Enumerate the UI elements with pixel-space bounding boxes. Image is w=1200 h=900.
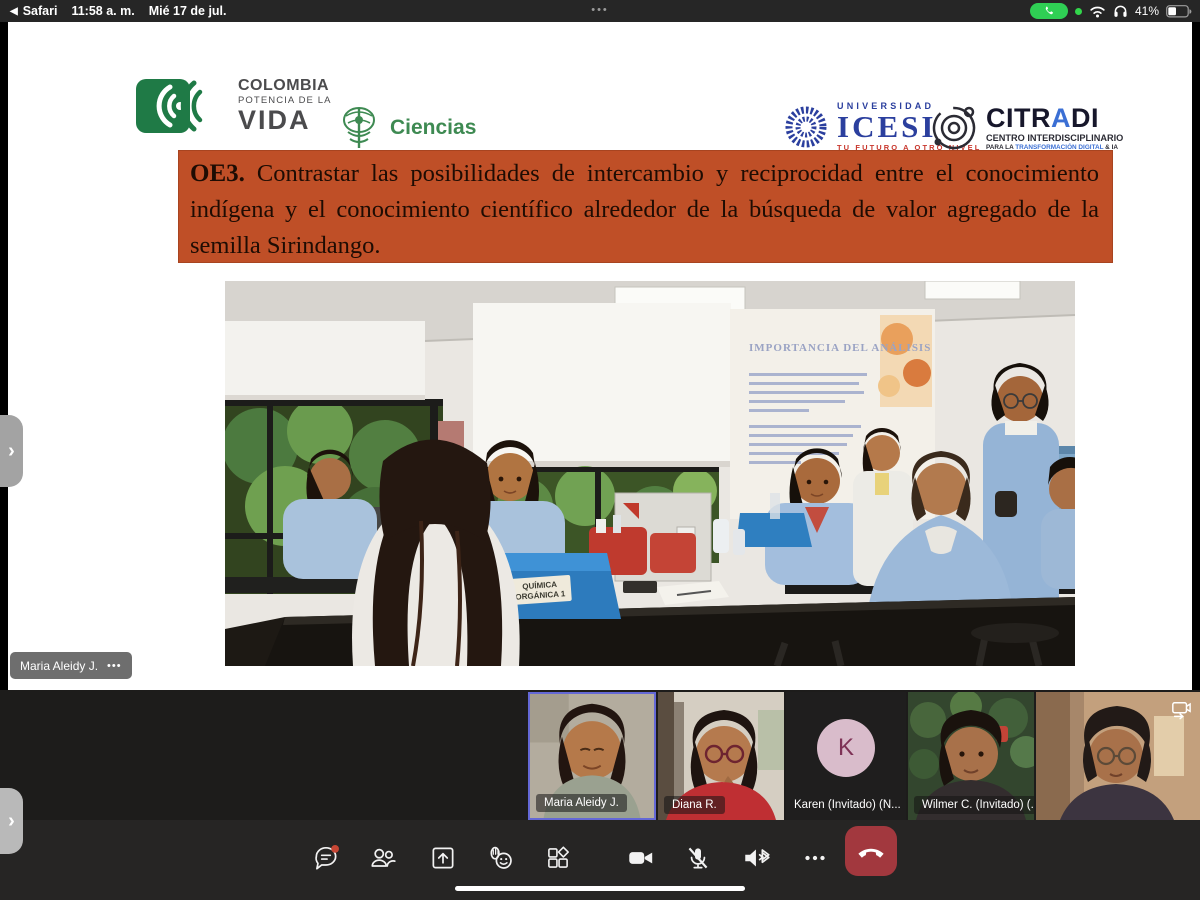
citradi-name-b: A — [1051, 103, 1071, 133]
wifi-icon — [1089, 5, 1106, 18]
people-icon — [368, 843, 398, 873]
battery-icon — [1166, 5, 1192, 18]
ciencias-label: Ciencias — [390, 116, 476, 140]
participant-tile-wilmer[interactable]: Wilmer C. (Invitado) (... — [908, 692, 1034, 820]
participant-tile-fifth[interactable] — [1036, 692, 1200, 820]
mic-active-dot — [1075, 8, 1082, 15]
speaker-bluetooth-icon — [741, 843, 773, 873]
more-dots-icon — [800, 843, 830, 873]
citradi-name-a: CITR — [986, 103, 1051, 133]
chat-button[interactable] — [302, 834, 350, 882]
shared-slide: COLOMBIA POTENCIA DE LA VIDA Ciencias UN… — [8, 22, 1192, 690]
objective-text-box: OE3.Contrastar las posibilidades de inte… — [178, 150, 1113, 263]
chevron-right-icon: › — [8, 440, 15, 463]
camera-on-icon — [625, 843, 657, 873]
objective-prefix: OE3. — [190, 160, 245, 187]
participant-name-label: Karen (Invitado) (N... — [794, 799, 901, 811]
logo-citradi: CITRADI CENTRO INTERDISCIPLINARIO PARA L… — [928, 102, 1123, 154]
reactions-button[interactable] — [477, 834, 525, 882]
participant-tile-diana[interactable]: Diana R. — [658, 692, 784, 820]
citradi-orbit-icon — [928, 102, 980, 154]
participant-name-label: Maria Aleidy J. — [536, 794, 627, 812]
presenter-more-menu[interactable]: ••• — [107, 660, 122, 672]
logo-ciencias: Ciencias — [338, 104, 476, 152]
more-options-button[interactable] — [791, 834, 839, 882]
switch-camera-icon[interactable] — [1170, 700, 1192, 720]
karen-avatar: K — [817, 719, 875, 777]
chevron-right-icon: › — [8, 810, 15, 833]
mic-muted-button[interactable] — [674, 834, 722, 882]
status-bar: ◀ Safari 11:58 a. m. Mié 17 de jul. ••• … — [0, 0, 1200, 22]
participant-name-label: Wilmer C. (Invitado) (... — [914, 796, 1034, 814]
citradi-sub1: CENTRO INTERDISCIPLINARIO — [986, 134, 1123, 143]
apps-icon — [543, 843, 573, 873]
projection-title: IMPORTANCIA DEL ANÁLISIS — [749, 342, 931, 354]
colombia-line3: VIDA — [238, 107, 332, 134]
lab-photo-illustration: IMPORTANCIA DEL ANÁLISIS — [225, 281, 1075, 666]
phone-icon — [1043, 5, 1055, 17]
objective-body: Contrastar las posibilidades de intercam… — [190, 160, 1099, 259]
citradi-name-c: DI — [1071, 103, 1099, 133]
multitask-dots-icon[interactable]: ••• — [0, 0, 1200, 22]
ciencias-crest-icon — [338, 104, 380, 152]
share-screen-button[interactable] — [419, 834, 467, 882]
karen-initial: K — [838, 734, 854, 762]
logo-colombia-potencia: COLOMBIA POTENCIA DE LA VIDA — [136, 77, 332, 135]
presenter-tag: Maria Aleidy J. ••• — [10, 652, 132, 679]
participant-tile-maria[interactable]: Maria Aleidy J. — [528, 692, 656, 820]
icesi-sun-icon — [783, 104, 829, 150]
side-panel-expand-tab[interactable]: › — [0, 415, 23, 487]
lab-photo: IMPORTANCIA DEL ANÁLISIS — [225, 281, 1075, 666]
battery-percent: 41% — [1135, 4, 1159, 18]
chat-icon — [311, 843, 341, 873]
speaker-button[interactable] — [733, 834, 781, 882]
hangup-icon — [856, 840, 886, 862]
participant-tile-karen[interactable]: K Karen (Invitado) (N... — [786, 692, 906, 820]
presenter-name: Maria Aleidy J. — [20, 659, 98, 673]
camera-button[interactable] — [617, 834, 665, 882]
reactions-icon — [486, 843, 516, 873]
participant-name-label: Diana R. — [664, 796, 725, 814]
bin-label: QUÍMICA ORGÁNICA 1 — [508, 575, 572, 605]
colombia-line1: COLOMBIA — [238, 78, 332, 94]
people-button[interactable] — [359, 834, 407, 882]
mic-muted-icon — [683, 843, 713, 873]
hangup-button[interactable] — [845, 826, 897, 876]
active-call-pill[interactable] — [1030, 3, 1068, 19]
share-screen-icon — [428, 843, 458, 873]
call-area: Maria Aleidy J. Diana R. K Karen (Invita… — [0, 690, 1200, 900]
side-panel-expand-tab-bottom[interactable]: › — [0, 788, 23, 854]
colombia-logo-icon — [136, 77, 228, 135]
apps-button[interactable] — [534, 834, 582, 882]
headphones-icon — [1113, 4, 1128, 18]
home-indicator[interactable] — [455, 886, 745, 891]
